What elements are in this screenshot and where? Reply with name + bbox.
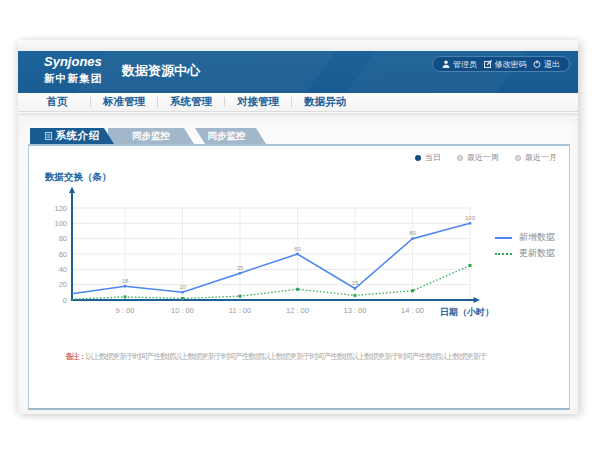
point-marker [354,294,357,297]
radio-option-2[interactable]: 最近一月 [515,152,557,163]
point-marker [181,297,184,300]
radio-label: 最近一月 [525,152,557,163]
y-tick-label: 120 [54,204,67,213]
nav-item-4[interactable]: 数据异动 [292,95,358,109]
page-title: 数据资源中心 [122,51,200,92]
userbar-label: 管理员 [453,59,477,70]
legend-item-updated-data: 更新数据 [495,247,555,260]
window-top-strip [18,40,578,51]
tab-sync-monitor-1[interactable]: 同步监控 [108,128,194,144]
x-axis-arrow [474,297,481,303]
tab-label: 同步监控 [208,130,246,143]
point-marker [469,264,472,267]
userbar-label: 修改密码 [495,59,527,70]
radio-unselected-icon [515,155,521,161]
y-tick-label: 80 [59,234,67,243]
y-tick-label: 0 [63,296,67,305]
tab-system-intro[interactable]: 系统介绍 [30,128,114,144]
legend-line-dotted [495,253,512,255]
x-tick-label: 14 : 00 [401,306,424,315]
radio-label: 最近一周 [467,152,499,163]
nav-item-2[interactable]: 系统管理 [158,95,224,109]
edit-icon [484,60,492,68]
user-toolbar: 管理员 修改密码 退出 [432,56,570,72]
radio-option-0[interactable]: 当日 [415,152,441,163]
legend-label: 更新数据 [519,247,555,260]
nav-item-1[interactable]: 标准管理 [91,95,157,109]
y-tick-label: 100 [54,219,67,228]
line-chart: 0 20 40 60 80 100 120 9 : 00 10 : 00 11 : 00 12 : … [29,178,567,338]
userbar-power-button[interactable]: 退出 [533,59,560,70]
time-range-radios: 当日 最近一周 最近一月 [415,152,557,163]
point-label: 60 [294,246,301,252]
y-axis-arrow [69,187,75,194]
point-label: 18 [122,278,129,284]
power-icon [533,60,541,68]
userbar-user-button[interactable]: 管理员 [442,59,477,70]
point-marker [124,285,127,288]
brand-logo-name: Synjones [44,54,103,69]
point-label: 80 [409,230,416,236]
brand-logo-cn: 新中新集团 [44,72,103,86]
userbar-label: 退出 [544,59,560,70]
radio-label: 当日 [425,152,441,163]
point-marker [296,253,299,256]
footnote: 备注：以上数据更新于时间产生数据以上数据更新于时间产生数据以上数据更新于时间产生… [65,351,487,362]
main-nav: 首页标准管理系统管理对接管理数据异动 [18,93,578,112]
header-decor [63,51,342,93]
legend-label: 新增数据 [519,231,555,244]
nav-item-0[interactable]: 首页 [24,95,90,109]
page: Synjones 新中新集团 数据资源中心 管理员修改密码退出 首页标准管理系统… [18,40,578,414]
x-tick-label: 11 : 00 [229,306,251,315]
y-tick-label: 60 [59,250,67,259]
point-label: 35 [237,265,244,271]
x-tick-label: 13 : 00 [344,306,367,315]
footnote-prefix: 备注： [65,352,85,361]
legend-item-new-data: 新增数据 [495,231,555,244]
point-marker [124,295,127,298]
point-marker [296,288,299,291]
nav-item-3[interactable]: 对接管理 [225,95,291,109]
tab-panel: 当日最近一周最近一月 数据交换（条） 0204060801001209 : 00… [28,144,570,410]
radio-unselected-icon [457,155,463,161]
point-label: 10 [179,284,186,290]
document-icon [45,132,52,140]
series-line-1 [72,266,470,300]
point-label: 15 [352,280,359,286]
tab-label: 系统介绍 [56,129,100,143]
x-axis-title: 日期（小时） [440,307,494,317]
user-icon [442,60,450,68]
point-marker [181,291,184,294]
radio-selected-icon [415,155,421,161]
footnote-text: 以上数据更新于时间产生数据以上数据更新于时间产生数据以上数据更新于时间产生数据以… [85,352,486,361]
point-marker [469,222,472,225]
x-tick-label: 9 : 00 [116,306,135,315]
brand-logo: Synjones 新中新集团 [44,54,103,86]
point-marker [239,272,242,275]
y-tick-label: 20 [59,280,67,289]
point-marker [354,287,357,290]
userbar-edit-button[interactable]: 修改密码 [484,59,527,70]
point-marker [411,237,414,240]
app-header: Synjones 新中新集团 数据资源中心 管理员 修改密码 退出 [18,51,578,93]
point-marker [411,289,414,292]
legend-line-solid [495,237,512,239]
tab-label: 同步监控 [132,130,170,143]
radio-option-1[interactable]: 最近一周 [457,152,499,163]
point-marker [239,295,242,298]
x-tick-label: 12 : 00 [286,306,309,315]
x-tick-label: 10 : 00 [171,306,194,315]
tab-sync-monitor-2[interactable]: 同步监控 [195,128,266,144]
point-label: 100 [465,215,476,221]
y-tick-label: 40 [59,265,67,274]
